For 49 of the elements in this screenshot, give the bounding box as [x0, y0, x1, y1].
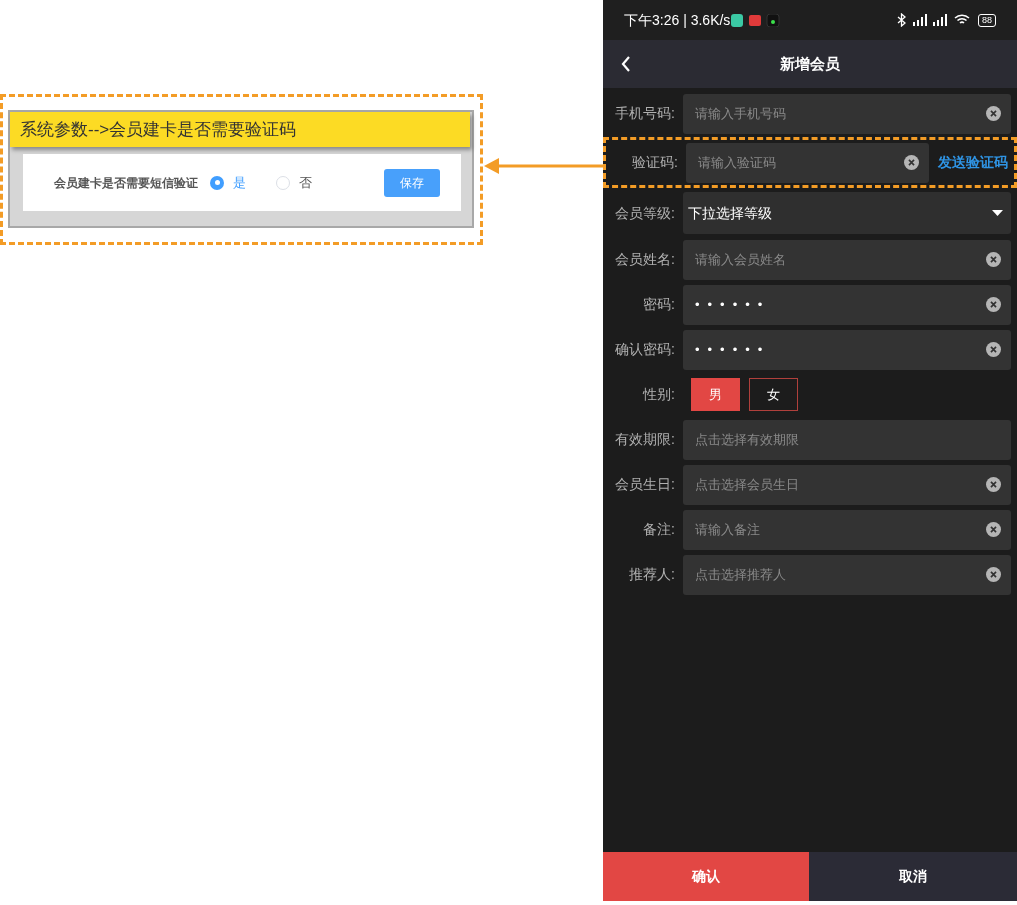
field-label: 确认密码: [614, 340, 675, 359]
input-field[interactable]: 请输入验证码 [686, 142, 929, 183]
clear-icon[interactable] [986, 251, 1001, 267]
field-label: 手机号码: [614, 104, 675, 123]
clear-icon[interactable] [986, 296, 1001, 312]
dropdown-caret-icon [992, 210, 1003, 216]
back-icon[interactable] [621, 56, 631, 72]
field-label: 会员姓名: [614, 250, 675, 269]
field-label: 性别: [641, 385, 675, 404]
radio-button[interactable] [276, 175, 290, 190]
clear-icon[interactable] [986, 105, 1001, 121]
field-label: 推荐人: [628, 565, 675, 584]
input-field[interactable]: •••••• [683, 284, 1011, 325]
panel-title: 系统参数-->会员建卡是否需要验证码 [20, 118, 297, 141]
signal-icon [911, 14, 949, 26]
clear-icon[interactable] [986, 521, 1001, 537]
clear-icon[interactable] [904, 154, 919, 170]
clear-icon[interactable] [986, 341, 1001, 357]
input-field[interactable]: •••••• [683, 329, 1011, 370]
level-dropdown[interactable]: 下拉选择等级 [683, 192, 1011, 234]
input-field[interactable]: 请输入会员姓名 [683, 239, 1011, 280]
field-label: 有效期限: [614, 430, 675, 449]
radio-button[interactable] [210, 175, 224, 190]
bluetooth-icon [897, 13, 906, 27]
clear-icon[interactable] [986, 476, 1001, 492]
gender-option[interactable]: 男 [691, 378, 740, 411]
battery-indicator: 88 [978, 13, 996, 27]
input-field[interactable]: 请输入手机号码 [683, 93, 1011, 134]
confirm-button[interactable]: 确认 [603, 852, 809, 901]
status-time: 下午3:26 | 3.6K/s [624, 10, 731, 30]
send-code-link[interactable]: 发送验证码 [938, 152, 1008, 173]
dropdown-value: 下拉选择等级 [688, 203, 772, 223]
header-title: 新增会员 [780, 53, 840, 74]
radio-option[interactable]: 否 [276, 172, 312, 193]
field-label: 验证码: [631, 153, 678, 172]
field-label: 备注: [642, 520, 675, 539]
field-label: 会员等级: [614, 203, 675, 223]
gender-option[interactable]: 女 [749, 378, 798, 411]
input-field[interactable]: 点击选择推荐人 [683, 554, 1011, 595]
input-field[interactable]: 点击选择会员生日 [683, 464, 1011, 505]
input-field[interactable]: 请输入备注 [683, 509, 1011, 550]
notification-icons [731, 13, 782, 27]
input-field[interactable]: 点击选择有效期限 [683, 419, 1011, 460]
field-label: 密码: [642, 295, 675, 314]
cancel-button[interactable]: 取消 [809, 852, 1017, 901]
wifi-icon [954, 14, 970, 26]
setting-label: 会员建卡是否需要短信验证 [54, 174, 198, 192]
field-label: 会员生日: [614, 475, 675, 494]
clear-icon[interactable] [986, 566, 1001, 582]
